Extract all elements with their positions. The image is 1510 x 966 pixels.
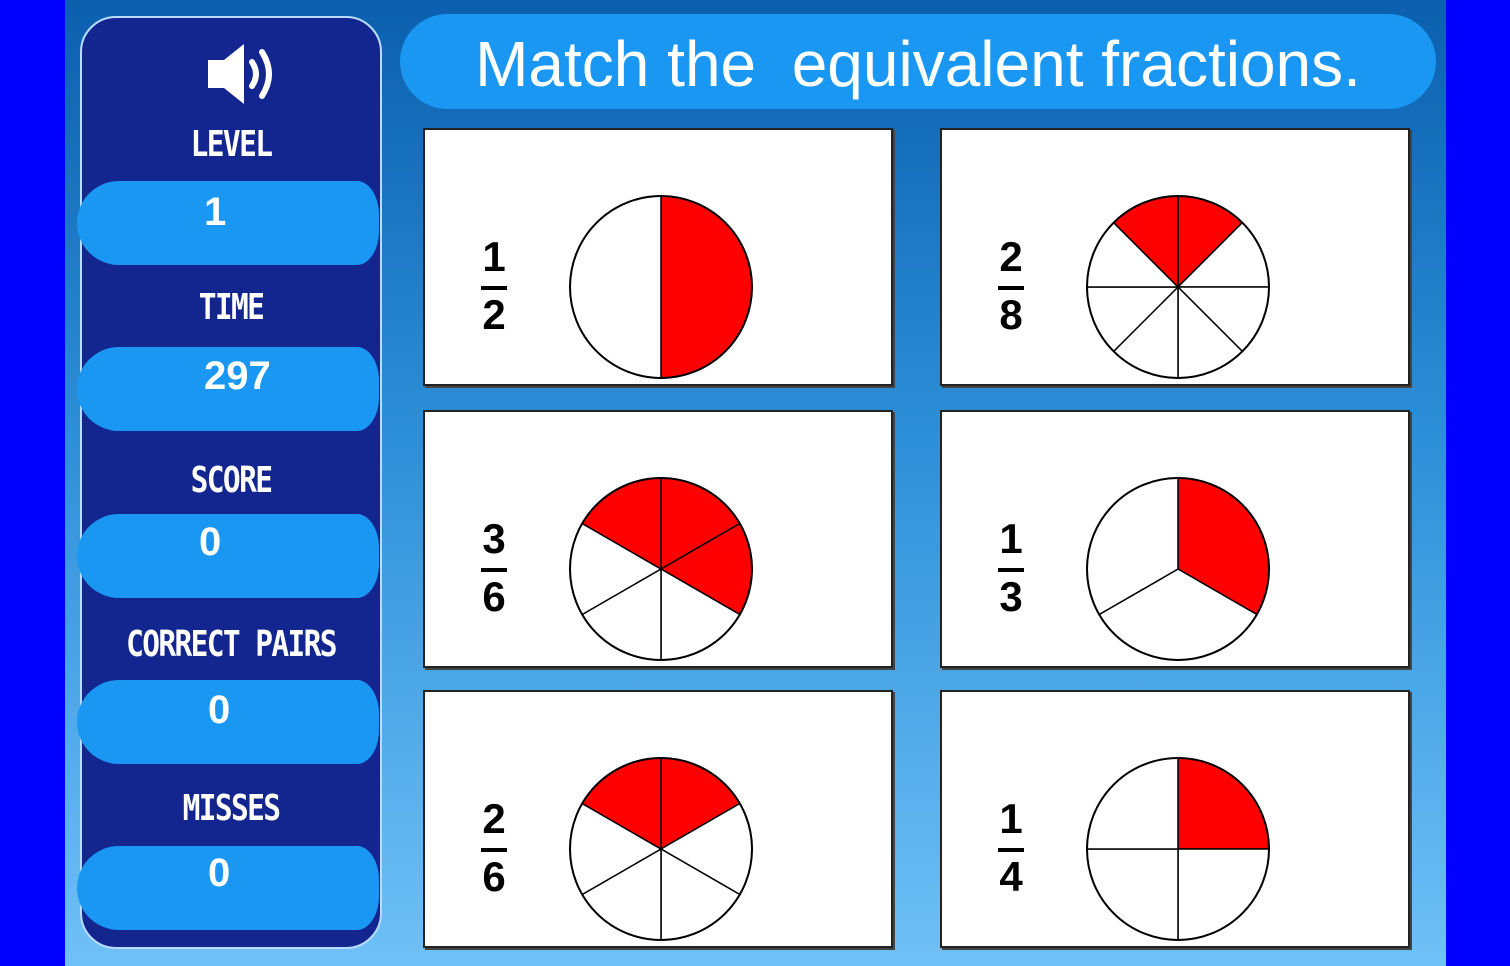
unshaded-slice — [569, 195, 662, 379]
fraction-card[interactable]: 1 4 — [940, 690, 1410, 948]
fraction-pie — [1086, 195, 1270, 379]
fraction-card[interactable]: 2 8 — [940, 128, 1410, 386]
fraction-bar — [481, 286, 507, 290]
unshaded-slice — [1086, 757, 1179, 850]
score-field — [77, 514, 379, 598]
fraction-bar — [998, 286, 1024, 290]
denominator: 3 — [999, 573, 1023, 620]
shaded-slice — [660, 195, 753, 379]
fraction-card[interactable]: 3 6 — [423, 410, 893, 668]
fraction-card[interactable]: 1 2 — [423, 128, 893, 386]
fraction-card[interactable]: 1 3 — [940, 410, 1410, 668]
level-label: LEVEL — [190, 124, 273, 165]
denominator: 8 — [999, 291, 1023, 338]
numerator: 1 — [999, 795, 1023, 842]
fraction-pie — [569, 757, 753, 941]
correct-pairs-value: 0 — [208, 688, 231, 732]
level-field — [77, 181, 379, 265]
fraction-pie — [569, 477, 753, 661]
fraction-bar — [998, 848, 1024, 852]
time-label: TIME — [198, 287, 265, 328]
denominator: 4 — [999, 853, 1023, 900]
score-value: 0 — [199, 520, 222, 564]
unshaded-slice — [1177, 848, 1270, 941]
correct-pairs-label: CORRECT PAIRS — [126, 624, 337, 665]
instruction-banner: Match the equivalent fractions. — [400, 14, 1436, 109]
misses-value: 0 — [208, 851, 231, 895]
fraction-pie — [569, 195, 753, 379]
score-label: SCORE — [190, 460, 273, 501]
level-value: 1 — [204, 190, 227, 234]
fraction-bar — [481, 568, 507, 572]
numerator: 2 — [482, 795, 506, 842]
misses-label: MISSES — [182, 788, 281, 829]
denominator: 6 — [482, 573, 506, 620]
fraction-pie — [1086, 477, 1270, 661]
speaker-icon — [208, 44, 272, 104]
numerator: 2 — [999, 233, 1023, 280]
unshaded-slice — [1086, 848, 1179, 941]
fraction-bar — [998, 568, 1024, 572]
fraction-pie — [1086, 757, 1270, 941]
fraction-bar — [481, 848, 507, 852]
numerator: 1 — [999, 515, 1023, 562]
fraction-card[interactable]: 2 6 — [423, 690, 893, 948]
denominator: 6 — [482, 853, 506, 900]
denominator: 2 — [482, 291, 506, 338]
shaded-slice — [1177, 757, 1270, 850]
instruction-text: Match the equivalent fractions. — [475, 28, 1361, 100]
numerator: 3 — [482, 515, 506, 562]
sound-toggle-button[interactable] — [206, 40, 284, 108]
time-value: 297 — [204, 354, 271, 398]
numerator: 1 — [482, 233, 506, 280]
